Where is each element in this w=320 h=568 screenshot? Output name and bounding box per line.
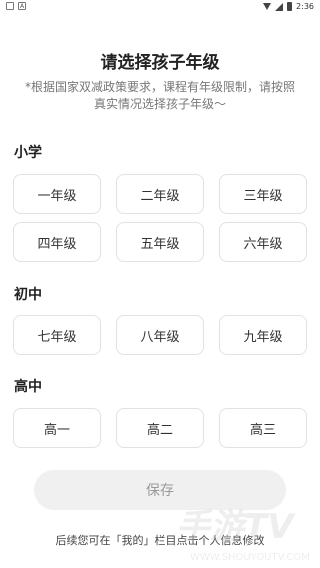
section-label-middle: 初中 [14,287,42,303]
grade-button-8[interactable]: 八年级 [116,315,204,355]
watermark-url: WWW.SHOUYOUTV.COM [190,552,310,563]
section-label-high: 高中 [14,379,42,395]
status-right: 2:36 [263,2,314,11]
status-bar: A 2:36 [0,0,320,14]
status-left: A [6,2,26,10]
wifi-icon [263,3,272,10]
a-app-icon: A [18,2,26,10]
grade-button-high-2[interactable]: 高二 [116,408,204,448]
grade-button-4[interactable]: 四年级 [13,222,101,262]
grade-button-6[interactable]: 六年级 [219,222,307,262]
grade-button-high-1[interactable]: 高一 [13,408,101,448]
signal-icon [275,2,284,11]
battery-icon [287,2,293,11]
section-label-primary: 小学 [14,145,42,161]
grade-button-7[interactable]: 七年级 [13,315,101,355]
footer-note: 后续您可在「我的」栏目点击个人信息修改 [55,534,265,547]
grade-button-9[interactable]: 九年级 [219,315,307,355]
page-title: 请选择孩子年级 [100,53,220,73]
grade-button-5[interactable]: 五年级 [116,222,204,262]
status-time: 2:36 [296,2,314,11]
notification-icon [6,2,14,10]
page-subtitle: *根据国家双减政策要求，课程有年级限制，请按照真实情况选择孩子年级～ [24,80,295,111]
grade-button-2[interactable]: 二年级 [116,174,204,214]
grade-button-1[interactable]: 一年级 [13,174,101,214]
grade-button-3[interactable]: 三年级 [219,174,307,214]
grade-button-high-3[interactable]: 高三 [219,408,307,448]
save-button[interactable]: 保存 [34,470,286,510]
